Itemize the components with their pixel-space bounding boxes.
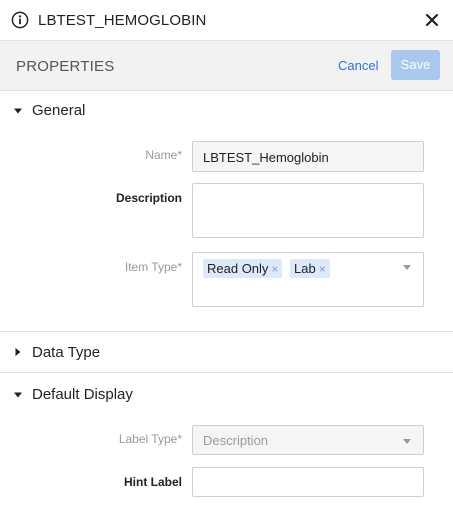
item-type-chip: Read Only × [203, 259, 283, 278]
section-default-display-header[interactable]: Default Display [0, 373, 453, 413]
properties-toolbar: PROPERTIES Cancel Save [0, 41, 453, 91]
section-general-label: General [32, 102, 86, 119]
section-data-type-label: Data Type [32, 344, 101, 361]
save-button[interactable]: Save [391, 50, 440, 80]
dialog-header: LBTEST_HEMOGLOBIN [0, 0, 453, 41]
label-type-select[interactable]: Description [192, 425, 424, 455]
caret-right-icon [15, 348, 21, 356]
properties-title: PROPERTIES [16, 58, 115, 75]
section-data-type-header[interactable]: Data Type [0, 332, 453, 372]
name-value: LBTEST_Hemoglobin [203, 150, 329, 165]
label-type-value: Description [203, 433, 269, 448]
caret-down-icon [14, 392, 22, 398]
section-default-display-label: Default Display [32, 386, 133, 403]
item-type-select[interactable]: Read Only × Lab × [192, 252, 424, 307]
info-circle-icon [11, 11, 29, 29]
label-type-label: Label Type* [118, 432, 182, 446]
hint-label-label: Hint Label [123, 475, 182, 489]
caret-down-icon [14, 108, 22, 114]
name-label: Name* [145, 148, 182, 162]
close-icon[interactable] [425, 13, 439, 27]
dialog-title: LBTEST_HEMOGLOBIN [38, 12, 207, 29]
item-type-label: Item Type* [124, 260, 182, 274]
chip-label: Read Only [207, 261, 269, 276]
item-type-chip: Lab × [290, 259, 330, 278]
chip-label: Lab [294, 261, 316, 276]
name-field[interactable]: LBTEST_Hemoglobin [192, 141, 424, 172]
description-label: Description [115, 191, 182, 205]
hint-label-field[interactable] [192, 467, 424, 497]
chevron-down-icon [403, 265, 411, 270]
chip-remove-icon[interactable]: × [271, 262, 278, 276]
section-general-header[interactable]: General [0, 91, 453, 131]
chevron-down-icon [403, 439, 411, 444]
description-field[interactable] [192, 183, 424, 238]
chip-remove-icon[interactable]: × [319, 262, 326, 276]
cancel-button[interactable]: Cancel [338, 58, 378, 73]
